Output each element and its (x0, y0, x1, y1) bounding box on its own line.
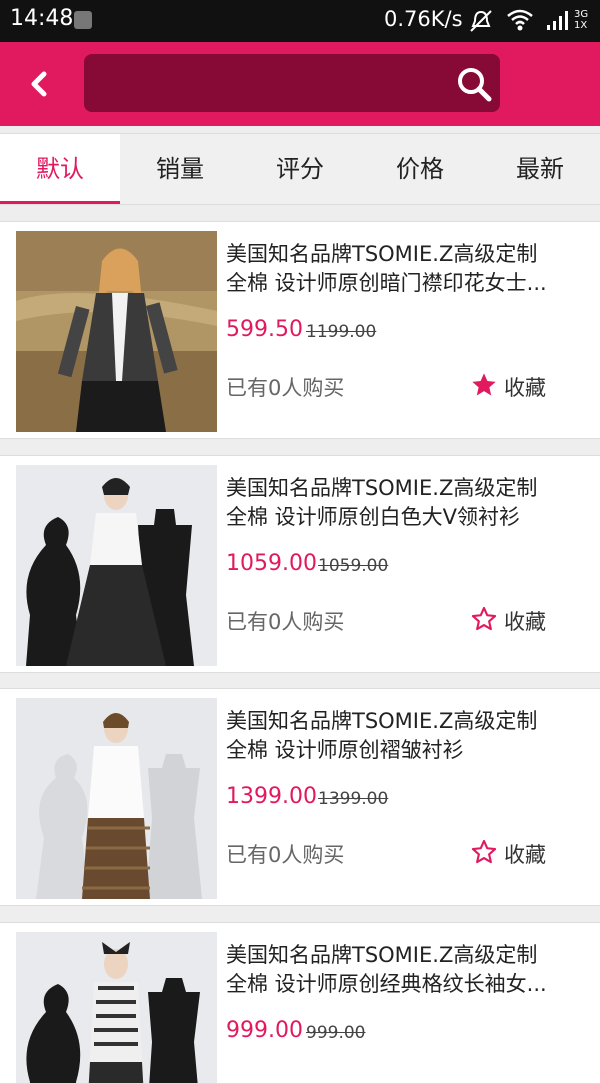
product-original-price: 999.00 (306, 1023, 366, 1043)
favorite-label: 收藏 (504, 610, 546, 634)
product-title[interactable]: 美国知名品牌TSOMIE.Z高级定制 全棉 设计师原创褶皱衬衫 (226, 707, 586, 765)
product-title-line1: 美国知名品牌TSOMIE.Z高级定制 (226, 943, 538, 967)
product-sold-count: 已有0人购买 (226, 376, 345, 400)
product-image[interactable] (16, 932, 217, 1083)
tab-newest[interactable]: 最新 (480, 134, 600, 204)
product-title-line1: 美国知名品牌TSOMIE.Z高级定制 (226, 242, 538, 266)
sort-tabs: 默认 销量 评分 价格 最新 (0, 133, 600, 205)
product-title-line1: 美国知名品牌TSOMIE.Z高级定制 (226, 476, 538, 500)
back-arrow-icon[interactable] (20, 64, 60, 104)
status-time: 14:48 (10, 6, 74, 31)
product-image[interactable] (16, 231, 217, 432)
product-original-price: 1059.00 (318, 556, 389, 576)
product-title-line2: 全棉 设计师原创经典格纹长袖女... (226, 972, 547, 996)
status-net-speed: 0.76K/s (384, 7, 463, 31)
favorite-label: 收藏 (504, 843, 546, 867)
product-title-line1: 美国知名品牌TSOMIE.Z高级定制 (226, 709, 538, 733)
status-bar: 14:48 0.76K/s 3G 1X (0, 0, 600, 42)
tab-price[interactable]: 价格 (360, 134, 480, 204)
product-price: 1059.00 (226, 551, 317, 576)
network-type-main: 3G (574, 9, 589, 20)
wifi-icon (507, 9, 533, 31)
star-filled-icon (472, 373, 496, 396)
product-title[interactable]: 美国知名品牌TSOMIE.Z高级定制 全棉 设计师原创暗门襟印花女士... (226, 240, 586, 298)
product-title-line2: 全棉 设计师原创白色大V领衬衫 (226, 505, 521, 529)
product-card[interactable]: 美国知名品牌TSOMIE.Z高级定制 全棉 设计师原创暗门襟印花女士... 59… (0, 221, 600, 439)
star-outline-icon (471, 839, 497, 864)
product-image[interactable] (16, 465, 217, 666)
product-original-price: 1399.00 (318, 789, 389, 809)
product-original-price: 1199.00 (306, 322, 377, 342)
product-sold-count: 已有0人购买 (226, 843, 345, 867)
product-title[interactable]: 美国知名品牌TSOMIE.Z高级定制 全棉 设计师原创经典格纹长袖女... (226, 941, 586, 999)
tab-default[interactable]: 默认 (0, 134, 120, 204)
search-icon[interactable] (454, 64, 494, 104)
notification-app-icon (74, 11, 92, 29)
tab-rating[interactable]: 评分 (240, 134, 360, 204)
product-image[interactable] (16, 698, 217, 899)
network-type: 3G 1X (574, 9, 588, 31)
top-bar (0, 42, 600, 126)
product-price: 1399.00 (226, 784, 317, 809)
product-title-line2: 全棉 设计师原创褶皱衬衫 (226, 738, 464, 762)
favorite-label: 收藏 (504, 376, 546, 400)
star-outline-icon (471, 606, 497, 631)
network-type-sub: 1X (574, 20, 588, 31)
product-card[interactable]: 美国知名品牌TSOMIE.Z高级定制 全棉 设计师原创白色大V领衬衫 1059.… (0, 455, 600, 673)
product-price: 599.50 (226, 317, 303, 342)
product-price: 999.00 (226, 1018, 303, 1043)
search-input[interactable] (84, 54, 500, 112)
product-title-line2: 全棉 设计师原创暗门襟印花女士... (226, 271, 547, 295)
product-card[interactable]: 美国知名品牌TSOMIE.Z高级定制 全棉 设计师原创褶皱衬衫 1399.00 … (0, 688, 600, 906)
product-sold-count: 已有0人购买 (226, 610, 345, 634)
vibrate-mute-icon (470, 10, 492, 32)
signal-icon (547, 11, 568, 30)
product-title[interactable]: 美国知名品牌TSOMIE.Z高级定制 全棉 设计师原创白色大V领衬衫 (226, 474, 586, 532)
product-card[interactable]: 美国知名品牌TSOMIE.Z高级定制 全棉 设计师原创经典格纹长袖女... 99… (0, 922, 600, 1084)
tab-sales[interactable]: 销量 (120, 134, 240, 204)
